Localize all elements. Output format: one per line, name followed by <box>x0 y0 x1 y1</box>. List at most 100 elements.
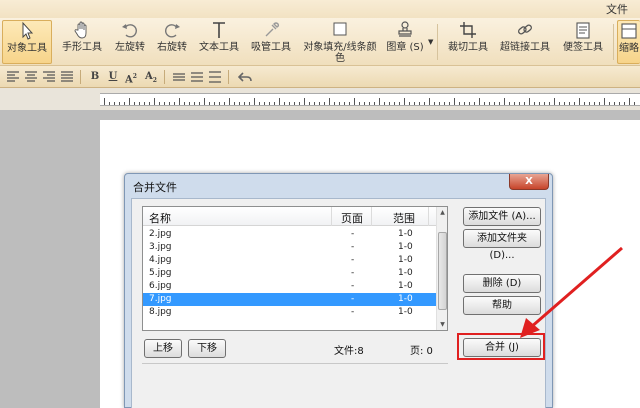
table-row[interactable]: 3.jpg - 1-0 <box>143 241 436 254</box>
tool-thumbnail[interactable]: 缩略 <box>617 20 640 64</box>
horizontal-ruler <box>100 93 640 106</box>
ruler-tick <box>214 102 215 105</box>
file-name-cell: 8.jpg <box>149 307 172 317</box>
ruler-tick <box>324 102 325 105</box>
stamp-icon <box>398 21 412 37</box>
tool-eyedropper[interactable]: 吸管工具 <box>248 20 294 64</box>
ruler-tick <box>604 98 605 105</box>
tool-label: 吸管工具 <box>251 42 291 53</box>
file-name-cell: 5.jpg <box>149 268 172 278</box>
ruler-tick <box>509 102 510 105</box>
ruler-tick <box>499 102 500 105</box>
line-spacing-3-icon[interactable] <box>208 70 222 84</box>
add-file-button[interactable]: 添加文件 (A)... <box>463 207 541 226</box>
ruler-tick <box>209 102 210 105</box>
scroll-down-icon[interactable]: ▼ <box>437 319 447 330</box>
file-list[interactable]: 名称 页面 范围 2.jpg -1-0 3.jpg -1-0 4.jpg -1-0 5.jp… <box>142 206 448 331</box>
align-right-icon[interactable] <box>42 70 56 84</box>
add-folder-button[interactable]: 添加文件夹 (D)... <box>463 229 541 261</box>
tool-note[interactable]: 便签工具 <box>558 20 608 64</box>
tool-text[interactable]: 文本工具 <box>196 20 242 64</box>
format-separator <box>80 70 81 84</box>
tool-rotate-right[interactable]: 右旋转 <box>152 20 192 64</box>
help-button[interactable]: 帮助 <box>463 296 541 315</box>
ruler-tick <box>354 98 355 105</box>
ruler-tick <box>334 102 335 105</box>
rotate-right-icon <box>165 24 180 38</box>
align-left-icon[interactable] <box>6 70 20 84</box>
tool-label: 右旋转 <box>157 42 187 53</box>
tool-label-line2: 色 <box>335 53 345 64</box>
range-cell: 1-0 <box>398 268 413 278</box>
tool-stamp[interactable]: 图章 (S) <box>384 20 426 64</box>
tool-object[interactable]: 对象工具 <box>2 20 52 64</box>
tool-fill-color[interactable]: 对象填充/线条颜 色 <box>302 20 378 64</box>
ruler-tick <box>159 102 160 105</box>
tool-hand[interactable]: 手形工具 <box>58 20 106 64</box>
ruler-tick <box>174 102 175 105</box>
line-spacing-1-icon[interactable] <box>172 70 186 84</box>
file-list-scrollbar[interactable]: ▲ ▼ <box>436 207 447 330</box>
ruler-tick <box>524 102 525 105</box>
ruler-tick <box>429 98 430 105</box>
ruler-tick <box>149 102 150 105</box>
page-cell: - <box>351 294 355 304</box>
range-cell: 1-0 <box>398 294 413 304</box>
text-t-icon <box>213 22 225 38</box>
range-cell: 1-0 <box>398 307 413 317</box>
align-center-icon[interactable] <box>24 70 38 84</box>
ruler-tick <box>349 102 350 105</box>
stamp-dropdown-arrow[interactable]: ▼ <box>428 38 433 46</box>
tool-hyperlink[interactable]: 超链接工具 <box>498 20 552 64</box>
title-strip: 文件 <box>0 0 640 18</box>
scroll-thumb[interactable] <box>438 232 447 310</box>
tool-rotate-left[interactable]: 左旋转 <box>110 20 150 64</box>
move-down-button[interactable]: 下移 <box>188 339 226 358</box>
ruler-tick <box>559 102 560 105</box>
align-justify-icon[interactable] <box>60 70 74 84</box>
file-name-cell: 3.jpg <box>149 242 172 252</box>
rotate-left-icon <box>122 24 137 38</box>
ruler-tick <box>294 102 295 105</box>
tool-crop[interactable]: 裁切工具 <box>444 20 492 64</box>
subscript-button[interactable]: A2 <box>144 70 158 84</box>
column-header-page[interactable]: 页面 <box>341 210 363 226</box>
ruler-tick <box>369 102 370 105</box>
ruler-tick <box>329 98 330 105</box>
page-cell: - <box>351 281 355 291</box>
table-row[interactable]: 8.jpg - 1-0 <box>143 306 436 319</box>
merge-files-dialog: 合并文件 X 名称 页面 范围 2.jpg - 1-0 3.jpg - 1-0 4.jpg -… <box>124 173 553 408</box>
dialog-title: 合并文件 <box>133 181 177 194</box>
table-row[interactable]: 5.jpg - 1-0 <box>143 267 436 280</box>
line-spacing-2-icon[interactable] <box>190 70 204 84</box>
superscript-button[interactable]: A2 <box>124 70 138 85</box>
table-row[interactable]: 2.jpg - 1-0 <box>143 228 436 241</box>
move-up-button[interactable]: 上移 <box>144 339 182 358</box>
menu-file[interactable]: 文件 <box>606 1 628 17</box>
bold-button[interactable]: B <box>88 70 102 84</box>
ruler-tick <box>534 102 535 105</box>
tool-label: 图章 (S) <box>386 42 424 53</box>
scroll-up-icon[interactable]: ▲ <box>437 207 447 218</box>
undo-icon[interactable] <box>238 70 252 84</box>
dialog-body: 名称 页面 范围 2.jpg -1-0 3.jpg -1-0 4.jpg -1-0 5.jp… <box>131 198 546 408</box>
underline-button[interactable]: U <box>106 70 120 84</box>
table-row[interactable]: 6.jpg - 1-0 <box>143 280 436 293</box>
ruler-tick <box>409 102 410 105</box>
ruler-tick <box>544 102 545 105</box>
column-header-range[interactable]: 范围 <box>393 210 415 226</box>
table-row[interactable]: 4.jpg - 1-0 <box>143 254 436 267</box>
ruler-tick <box>444 102 445 105</box>
ruler-tick <box>549 102 550 105</box>
close-button[interactable]: X <box>509 174 549 190</box>
cursor-arrow-icon <box>22 21 34 40</box>
file-name-cell: 4.jpg <box>149 255 172 265</box>
ruler-tick <box>494 102 495 105</box>
note-icon <box>576 22 590 39</box>
column-header-name[interactable]: 名称 <box>149 210 171 226</box>
ruler-tick <box>299 102 300 105</box>
ruler-tick <box>384 102 385 105</box>
table-row[interactable]: 7.jpg - 1-0 <box>143 293 436 306</box>
delete-button[interactable]: 删除 (D) <box>463 274 541 293</box>
ruler-tick <box>389 102 390 105</box>
